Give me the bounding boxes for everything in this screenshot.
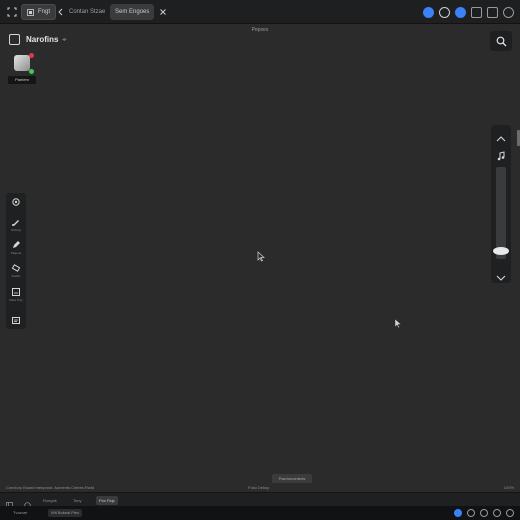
taskbar-item-2[interactable]: Wlt Bokeal Pies — [48, 509, 83, 517]
tool-brush[interactable]: Rsbntg — [6, 215, 26, 237]
frame-icon — [27, 8, 34, 16]
close-icon[interactable] — [156, 5, 170, 19]
sync-icon[interactable] — [455, 6, 466, 18]
more-icon[interactable] — [503, 6, 514, 18]
title-bar: Fngt Contan Stzae Sem Engoes — [0, 0, 520, 24]
layer-label: Pantem — [8, 76, 36, 84]
layer-thumbnail — [14, 55, 30, 71]
tool-chat[interactable] — [6, 314, 26, 336]
layer-item[interactable]: Pantem — [8, 52, 36, 86]
panel-icon[interactable] — [487, 6, 498, 18]
right-slider-panel — [491, 125, 511, 283]
canvas-caption: Pepxes — [251, 27, 269, 33]
record-indicator — [29, 53, 34, 58]
tab-tony[interactable]: Tony — [70, 496, 84, 505]
slider-knob[interactable] — [493, 247, 509, 255]
tool-eraser[interactable]: Rodsh — [6, 261, 26, 283]
tool-pencil[interactable]: Paqerte — [6, 238, 26, 260]
system-tray — [454, 509, 514, 517]
search-button[interactable] — [490, 31, 512, 51]
music-note-icon[interactable] — [496, 148, 506, 166]
grid-menu-icon[interactable] — [5, 5, 19, 19]
slider-track[interactable] — [496, 167, 506, 259]
taskbar-item-1[interactable]: Tvozoer — [10, 509, 30, 517]
tab-poc-fiqs[interactable]: Poc Fiqs — [96, 496, 118, 505]
add-icon[interactable]: ⌖ — [62, 35, 67, 45]
search-icon — [496, 36, 506, 46]
status-left: Cnectory Esand menprost. Aoments Cetees … — [6, 485, 95, 490]
tab-2[interactable]: Sem Engoes — [110, 4, 155, 20]
file-button[interactable]: Fngt — [21, 4, 57, 20]
clock-icon[interactable] — [506, 509, 514, 517]
status-bar: Cnectory Esand menprost. Aoments Cetees … — [0, 484, 520, 492]
brush-icon — [12, 220, 19, 226]
bottom-tab-bar: Ruegnk Tony Poc Fiqs — [0, 492, 520, 509]
pointer-cursor-icon — [257, 251, 265, 262]
status-center: Foko Deksy — [248, 485, 270, 490]
pencil-icon — [13, 241, 20, 248]
chevron-up-icon[interactable] — [496, 130, 506, 148]
select-icon — [12, 288, 20, 296]
tool-select[interactable]: Mars Tuty — [6, 285, 26, 307]
eraser-icon — [11, 264, 21, 272]
zoom-level[interactable]: 100% — [504, 485, 514, 490]
battery-icon[interactable] — [493, 509, 501, 517]
network-icon[interactable] — [454, 509, 462, 517]
title-bar-actions — [423, 4, 514, 20]
project-title[interactable]: Narofins — [26, 35, 58, 44]
file-button-label: Fngt — [38, 9, 51, 15]
arrow-cursor-icon — [394, 318, 402, 329]
chat-icon — [12, 317, 20, 324]
settings-icon — [12, 198, 20, 206]
chevron-down-icon[interactable] — [496, 269, 506, 287]
profile-icon[interactable] — [423, 6, 434, 18]
volume-icon[interactable] — [467, 509, 475, 517]
window-icon[interactable] — [471, 6, 482, 18]
taskbar: Tvozoer Wlt Bokeal Pies — [0, 506, 520, 520]
search-zoom-icon[interactable] — [439, 6, 450, 18]
tool-palette: Rsbntg Paqerte Rodsh Mars Tuty — [6, 193, 26, 329]
tab-1[interactable]: Contan Stzae — [64, 4, 110, 20]
pen-icon[interactable] — [480, 509, 488, 517]
tab-ruegnk[interactable]: Ruegnk — [40, 496, 60, 505]
tool-settings[interactable] — [6, 195, 26, 217]
visible-indicator — [29, 69, 34, 74]
project-icon[interactable] — [9, 34, 20, 45]
bottom-chip[interactable]: Pacrlorconteds — [272, 474, 312, 483]
